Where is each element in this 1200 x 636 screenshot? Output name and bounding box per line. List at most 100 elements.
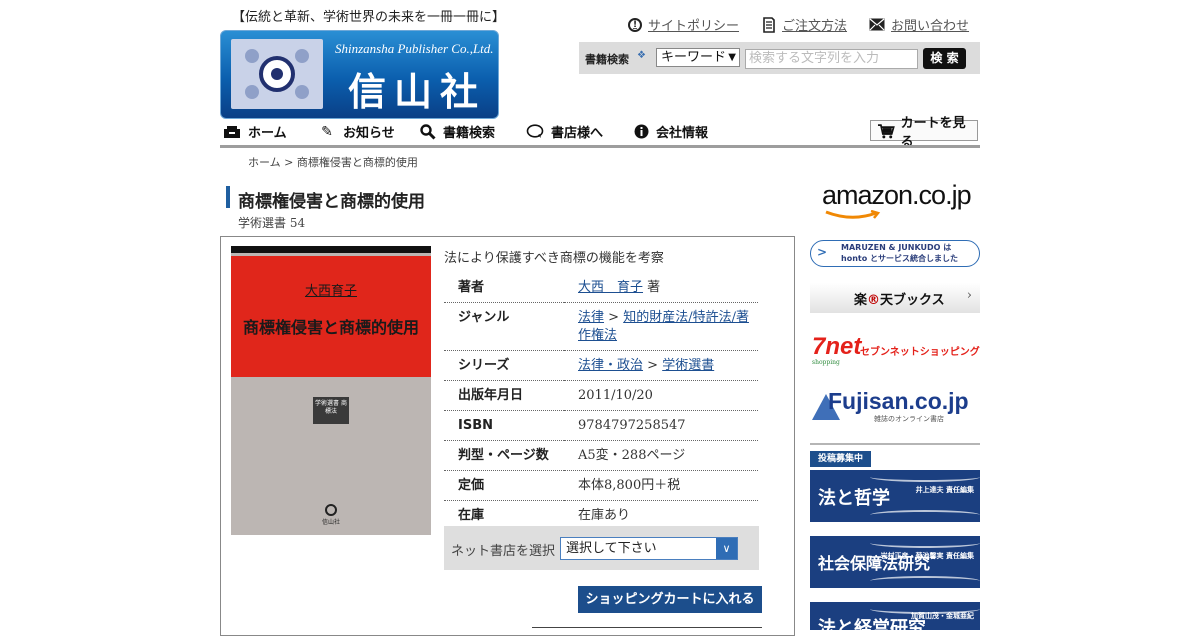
sevennet-logo: 7net xyxy=(812,333,862,360)
store-select[interactable]: 選択して下さい ∨ xyxy=(560,537,738,560)
genre-ip-link[interactable]: 知的財産法/特許法/著作権法 xyxy=(578,310,749,343)
amazon-smile-icon xyxy=(825,210,881,219)
table-row: 著者 大西 育子 著 xyxy=(444,273,758,303)
sevennet-text: セブンネットショッピング xyxy=(860,347,980,358)
dropdown-arrow-icon: ▼ xyxy=(728,52,736,63)
document-icon xyxy=(763,16,775,33)
series-law-politics-link[interactable]: 法律・政治 xyxy=(578,358,643,373)
nav-company-label: 会社情報 xyxy=(656,126,709,141)
fujisan-logo: Fujisan.co.jp xyxy=(828,388,969,414)
site-policy-link[interactable]: ! サイトポリシー xyxy=(628,15,739,34)
amazon-banner[interactable]: amazon.co.jp xyxy=(822,180,972,225)
journal-banner-law-management[interactable]: 法と経営研究 加賀山茂・金城亜紀 xyxy=(810,602,980,630)
format-value: A5変・288ページ xyxy=(564,440,758,471)
search-input[interactable]: 検索する文字列を入力 xyxy=(745,49,918,69)
logo-english-name: Shinzansha Publisher Co.,Ltd. xyxy=(335,41,494,56)
rakuten-logo: 楽®天ブックス xyxy=(854,289,945,308)
sevennet-sub: shopping xyxy=(812,359,840,366)
price-value: 本体8,800円＋税 xyxy=(564,470,758,501)
title-accent-bar xyxy=(226,186,230,208)
nav-home-label: ホーム xyxy=(248,126,287,141)
maruzen-line-1: MARUZEN & JUNKUDO は xyxy=(841,243,952,252)
logo-japanese-name: 信山社 xyxy=(348,69,487,114)
search-type-select[interactable]: キーワード ▼ xyxy=(656,48,740,67)
journal-banner-social-security[interactable]: 社会保障法研究 岩村正彦・菊池馨実 責任編集 xyxy=(810,536,980,588)
cover-series-badge: 学術選書 商標法 xyxy=(313,397,349,424)
book-catchphrase: 法により保護すべき商標の機能を考察 xyxy=(444,251,664,266)
author-value: 大西 育子 著 xyxy=(564,273,758,303)
sevennet-banner[interactable]: 7net セブンネットショッピング shopping xyxy=(812,333,980,367)
maruzen-junkudo-banner[interactable]: > MARUZEN & JUNKUDO は honto とサービス統合しました xyxy=(810,240,980,267)
nav-home[interactable]: ホーム xyxy=(223,122,287,141)
format-key: 判型・ページ数 xyxy=(444,440,564,471)
genre-law-link[interactable]: 法律 xyxy=(578,310,604,325)
table-row: ジャンル 法律 > 知的財産法/特許法/著作権法 xyxy=(444,302,758,351)
utility-links: ! サイトポリシー ご注文方法 お問い合わせ xyxy=(628,15,969,34)
tagline: 【伝統と革新、学術世界の未来を一冊一冊に】 xyxy=(232,10,506,25)
price-key: 定価 xyxy=(444,470,564,501)
store-select-value: 選択して下さい xyxy=(566,541,657,556)
contact-label: お問い合わせ xyxy=(891,19,970,34)
journal-editor: 井上達夫 責任編集 xyxy=(915,486,974,494)
order-method-label: ご注文方法 xyxy=(782,19,848,34)
table-row: 定価 本体8,800円＋税 xyxy=(444,470,758,501)
rakuten-books-banner[interactable]: 楽®天ブックス › xyxy=(810,283,980,313)
cover-author: 大西育子 xyxy=(304,284,357,299)
site-logo[interactable]: Shinzansha Publisher Co.,Ltd. 信山社 xyxy=(220,30,499,119)
book-search-bar: 書籍検索 ❖ キーワード ▼ 検索する文字列を入力 検 索 xyxy=(579,42,980,74)
table-row: 判型・ページ数 A5変・288ページ xyxy=(444,440,758,471)
series-key: シリーズ xyxy=(444,350,564,381)
chevron-right-icon: › xyxy=(966,288,972,303)
book-info-table: 著者 大西 育子 著 ジャンル 法律 > 知的財産法/特許法/著作権法 シリーズ… xyxy=(444,273,758,530)
page-title: 商標権侵害と商標的使用 xyxy=(238,192,425,212)
call-for-papers-label: 投稿募集中 xyxy=(810,451,871,467)
search-type-value: キーワード xyxy=(661,50,727,65)
order-method-link[interactable]: ご注文方法 xyxy=(761,15,847,34)
table-row: シリーズ 法律・政治 > 学術選書 xyxy=(444,350,758,381)
fujisan-banner[interactable]: Fujisan.co.jp 雑誌のオンライン書店 xyxy=(812,388,980,428)
home-icon xyxy=(224,125,240,138)
author-key: 著者 xyxy=(444,273,564,303)
series-academic-link[interactable]: 学術選書 xyxy=(662,358,714,373)
contact-link[interactable]: お問い合わせ xyxy=(869,15,969,34)
pencil-icon: ✎ xyxy=(321,123,333,140)
logo-emblem-icon xyxy=(231,39,323,109)
chevron-right-icon: > xyxy=(817,245,828,259)
nav-news-label: お知らせ xyxy=(343,126,395,141)
next-section-edge xyxy=(532,627,762,631)
add-to-cart-button[interactable]: ショッピングカートに入れる xyxy=(578,586,762,613)
search-button[interactable]: 検 索 xyxy=(923,48,966,69)
dots-icon: ❖ xyxy=(637,50,646,61)
author-link[interactable]: 大西 育子 xyxy=(578,280,643,295)
exclamation-circle-icon: ! xyxy=(628,17,642,32)
view-cart-button[interactable]: カートを見る xyxy=(870,116,978,150)
online-store-selector: ネット書店を選択 選択して下さい ∨ xyxy=(444,526,759,570)
nav-book-search[interactable]: 書籍検索 xyxy=(420,122,495,141)
author-suffix: 著 xyxy=(647,280,661,295)
breadcrumb: ホーム > 商標権侵害と商標的使用 xyxy=(248,156,418,169)
rakuten-r-icon: ® xyxy=(867,293,881,308)
nav-company[interactable]: 会社情報 xyxy=(634,122,708,141)
journal-editor: 岩村正彦・菊池馨実 責任編集 xyxy=(880,552,974,560)
nav-divider xyxy=(220,145,980,148)
journal-title: 法と経営研究 xyxy=(818,618,926,630)
cover-title: 商標権侵害と商標的使用 xyxy=(242,318,419,337)
main-nav: ホーム ✎ お知らせ 書籍検索 書店様へ 会社情報 カートを見る xyxy=(220,116,980,150)
site-policy-label: サイトポリシー xyxy=(648,19,740,34)
nav-bookstores[interactable]: 書店様へ xyxy=(526,122,603,141)
book-cover-image[interactable]: 大西育子 商標権侵害と商標的使用 学術選書 商標法 信山社 xyxy=(231,246,431,535)
view-cart-label: カートを見る xyxy=(900,115,966,150)
isbn-key: ISBN xyxy=(444,410,564,441)
journal-title: 法と哲学 xyxy=(818,488,890,509)
journal-banner-law-philosophy[interactable]: 法と哲学 井上達夫 責任編集 xyxy=(810,470,980,522)
nav-news[interactable]: ✎ お知らせ xyxy=(318,122,395,142)
table-row: 出版年月日 2011/10/20 xyxy=(444,380,758,411)
journal-editor: 加賀山茂・金城亜紀 xyxy=(911,612,974,620)
cart-icon xyxy=(877,123,895,138)
search-icon xyxy=(420,123,436,140)
chevron-down-icon: ∨ xyxy=(716,538,737,559)
info-icon xyxy=(634,124,649,139)
amazon-logo: amazon.co.jp xyxy=(822,180,972,210)
series-value: 法律・政治 > 学術選書 xyxy=(564,350,758,381)
table-row: ISBN 9784797258547 xyxy=(444,410,758,441)
